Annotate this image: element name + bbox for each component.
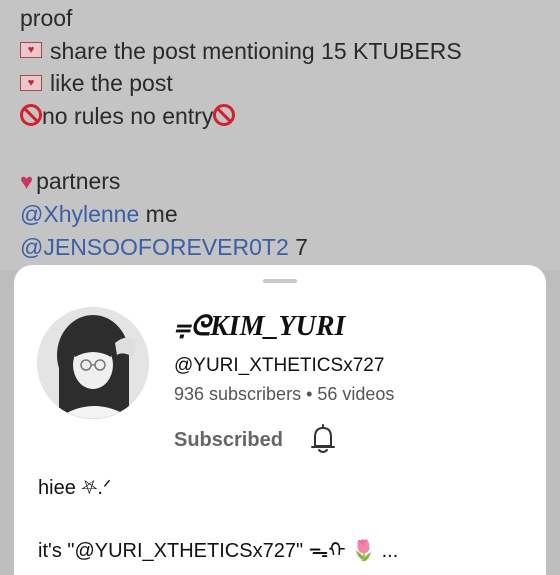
partner-link-xhylenne[interactable]: @Xhylenne (20, 201, 139, 227)
tulip-icon: 🌷 (351, 540, 377, 562)
bell-icon[interactable] (310, 423, 336, 455)
channel-bottom-sheet: ⩦ᘓKIM_YURI @YURI_XTHETICSx727 936 subscr… (14, 265, 546, 575)
love-letter-icon: ♥ (20, 74, 42, 91)
partner-link-jensoo[interactable]: @JENSOOFOREVER0T2 (20, 234, 289, 260)
post-line-rules: no rules no entry (20, 100, 540, 133)
channel-description-line-1: hiee ⛧.ᐟ (38, 477, 112, 499)
partner-line-2: @JENSOOFOREVER0T2 7 (20, 233, 308, 260)
bell-icon-svg (311, 424, 335, 453)
heart-icon: ♥ (20, 168, 34, 194)
partner-line-1: @Xhylenne me (20, 201, 178, 227)
avatar-photo (37, 307, 149, 419)
channel-name: ⩦ᘓKIM_YURI (174, 311, 346, 342)
post-line-blank (20, 132, 540, 165)
channel-description-line-2: it's "@YURI_XTHETICSx727" ᯓᡣ 🌷 ... (38, 540, 399, 562)
post-line-partners: ♥ partners (20, 167, 121, 194)
drag-handle[interactable] (263, 279, 297, 283)
post-line-like: ♥ like the post (20, 67, 540, 100)
channel-avatar[interactable] (37, 307, 149, 419)
post-line-share: ♥ share the post mentioning 15 KTUBERS (20, 35, 540, 68)
subscribed-button[interactable]: Subscribed (174, 429, 283, 452)
post-text-background: proof ♥ share the post mentioning 15 KTUB… (0, 0, 560, 270)
post-line-proof: proof (20, 5, 73, 31)
channel-stats: 936 subscribers • 56 videos (174, 384, 395, 404)
no-entry-icon (213, 104, 236, 127)
no-entry-icon (20, 104, 42, 127)
channel-handle: @YURI_XTHETICSx727 (174, 355, 385, 376)
love-letter-icon: ♥ (20, 42, 42, 59)
